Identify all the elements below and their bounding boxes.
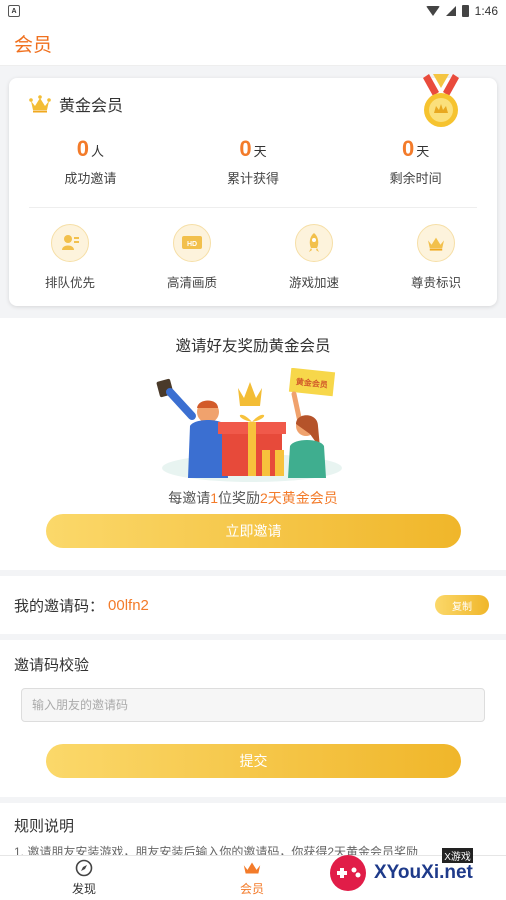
divider xyxy=(29,207,477,208)
medal-icon xyxy=(423,74,459,127)
clock: 1:46 xyxy=(474,4,498,18)
invite-heading: 邀请好友奖励黄金会员 xyxy=(175,338,331,355)
gamepad-logo-icon xyxy=(330,855,366,891)
wifi-icon xyxy=(425,6,440,16)
invite-now-button[interactable]: 立即邀请 xyxy=(46,514,461,548)
membership-card: 黄金会员 0人 成功邀请 0天 累计获得 0天 剩余时间 排队优先 HD 高清画… xyxy=(9,74,497,306)
watermark: X游戏 XYouXi.net xyxy=(328,848,498,896)
battery-icon xyxy=(461,5,469,17)
crown-icon xyxy=(29,95,51,113)
rules-section: 规则说明 1. 邀请朋友安装游戏，朋友安装后输入你的邀请码，你获得2天黄金会员奖… xyxy=(0,803,506,859)
invite-reward-desc: 每邀请1位奖励2天黄金会员 xyxy=(168,490,338,506)
crown-icon xyxy=(243,862,261,874)
stat-remaining: 0天 剩余时间 xyxy=(389,136,442,186)
membership-level: 黄金会员 xyxy=(59,98,124,115)
queue-priority-icon xyxy=(51,224,89,262)
submit-button[interactable]: 提交 xyxy=(46,744,461,778)
compass-icon xyxy=(75,859,93,877)
svg-text:HD: HD xyxy=(187,241,197,248)
tab-discover[interactable]: 发现 xyxy=(0,856,168,900)
copy-button[interactable]: 复制 xyxy=(435,595,489,615)
my-code-label: 我的邀请码： xyxy=(14,597,105,615)
stat-invited: 0人 成功邀请 xyxy=(64,136,117,186)
perk-queue-priority: 排队优先 xyxy=(9,224,131,291)
watermark-small: X游戏 xyxy=(442,848,473,863)
app-header: 会员 xyxy=(0,22,506,66)
friend-code-input[interactable] xyxy=(21,688,485,722)
signal-icon xyxy=(445,6,456,16)
perk-vip-badge: 尊贵标识 xyxy=(375,224,497,291)
tab-vip[interactable]: 会员 xyxy=(168,856,336,900)
my-invite-code-row: 我的邀请码： 00lfn2 复制 xyxy=(0,576,506,634)
crown-icon xyxy=(417,224,455,262)
page-title: 会员 xyxy=(14,35,53,56)
invite-section: 邀请好友奖励黄金会员 黄金会员 每邀请1位奖励2天黄金会员 立即邀请 xyxy=(0,318,506,570)
code-verify-section: 邀请码校验 提交 xyxy=(0,640,506,797)
watermark-big: XYouXi.net xyxy=(374,862,473,883)
hd-quality-icon: HD xyxy=(173,224,211,262)
rules-heading: 规则说明 xyxy=(14,818,75,835)
perk-game-boost: 游戏加速 xyxy=(253,224,375,291)
status-bar: A 1:46 xyxy=(0,0,506,22)
verify-heading: 邀请码校验 xyxy=(14,657,90,674)
notification-icon: A xyxy=(8,5,20,17)
rocket-icon xyxy=(295,224,333,262)
stat-earned: 0天 累计获得 xyxy=(227,136,280,186)
perk-hd-quality: HD 高清画质 xyxy=(131,224,253,291)
invite-illustration: 黄金会员 xyxy=(156,368,342,482)
my-code-value: 00lfn2 xyxy=(108,596,149,614)
